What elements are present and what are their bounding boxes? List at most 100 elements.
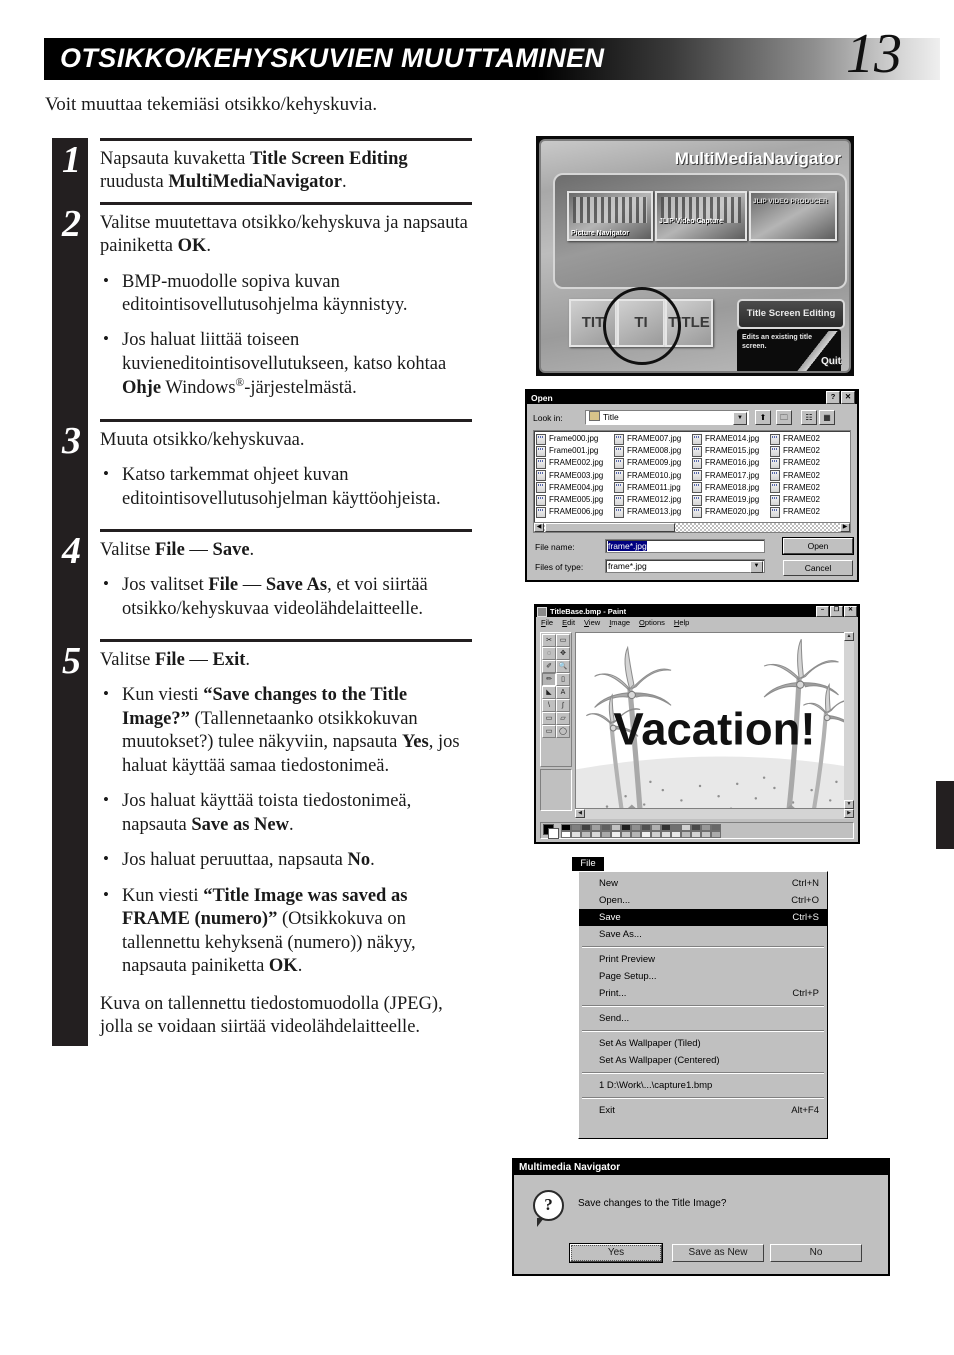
palette-swatch-9[interactable] bbox=[641, 823, 651, 831]
new-folder-icon[interactable]: 🗀 bbox=[776, 410, 792, 425]
no-button[interactable]: No bbox=[770, 1244, 862, 1262]
up-one-level-icon[interactable]: ⬆ bbox=[755, 410, 771, 425]
palette-swatch-11[interactable] bbox=[661, 823, 671, 831]
file-list[interactable]: Frame000.jpg Frame001.jpg FRAME002.jpg FRAM… bbox=[533, 430, 851, 526]
paint-tool-1[interactable]: ✂ bbox=[542, 634, 556, 647]
palette-swatch-29[interactable] bbox=[681, 830, 691, 838]
palette-swatch-2[interactable] bbox=[571, 823, 581, 831]
paint-menu-file[interactable]: File bbox=[541, 618, 553, 627]
palette-swatch-4[interactable] bbox=[591, 823, 601, 831]
file-item[interactable]: FRAME02 bbox=[770, 445, 848, 457]
paint-tool-11[interactable]: \ bbox=[542, 699, 556, 712]
jlip-video-capture-button[interactable]: JLIP Video Capture bbox=[655, 191, 747, 241]
palette-swatch-27[interactable] bbox=[661, 830, 671, 838]
palette-swatch-28[interactable] bbox=[671, 830, 681, 838]
picture-navigator-button[interactable]: Picture Navigator bbox=[567, 191, 653, 241]
palette-swatch-3[interactable] bbox=[581, 823, 591, 831]
file-menu-item-set-as-wallpaper-tiled[interactable]: Set As Wallpaper (Tiled) bbox=[579, 1035, 827, 1052]
palette-swatch-14[interactable] bbox=[691, 823, 701, 831]
paint-tool-15[interactable]: ▭ bbox=[542, 725, 556, 738]
cancel-button[interactable]: Cancel bbox=[783, 560, 853, 576]
palette-swatch-25[interactable] bbox=[641, 830, 651, 838]
list-view-icon[interactable]: ☷ bbox=[801, 410, 817, 425]
file-item[interactable]: FRAME018.jpg bbox=[692, 482, 770, 494]
file-menu-item-1-d-work-capture1-bmp[interactable]: 1 D:\Work\...\capture1.bmp bbox=[579, 1077, 827, 1094]
palette-swatch-6[interactable] bbox=[611, 823, 621, 831]
paint-tool-9[interactable]: ◣ bbox=[542, 686, 556, 699]
paint-tool-10[interactable]: A bbox=[556, 686, 570, 699]
close-icon[interactable]: ✕ bbox=[841, 391, 855, 404]
scroll-left-icon[interactable]: ◀ bbox=[534, 523, 544, 532]
file-item[interactable]: FRAME02 bbox=[770, 433, 848, 445]
paint-menu-options[interactable]: Options bbox=[639, 618, 665, 627]
file-item[interactable]: FRAME02 bbox=[770, 457, 848, 469]
help-button[interactable]: ? bbox=[826, 391, 840, 404]
file-menu-item-new[interactable]: New Ctrl+N bbox=[579, 875, 827, 892]
paint-tool-16[interactable]: ◯ bbox=[556, 725, 570, 738]
file-item[interactable]: FRAME015.jpg bbox=[692, 445, 770, 457]
paint-tool-6[interactable]: 🔍 bbox=[556, 660, 570, 673]
file-menu-item-save-as[interactable]: Save As... bbox=[579, 926, 827, 943]
paint-tool-7[interactable]: ✏ bbox=[542, 673, 556, 686]
paint-tool-13[interactable]: ▭ bbox=[542, 712, 556, 725]
file-item[interactable]: FRAME008.jpg bbox=[614, 445, 692, 457]
palette-swatch-31[interactable] bbox=[701, 830, 711, 838]
palette-swatch-17[interactable] bbox=[561, 830, 571, 838]
palette-swatch-19[interactable] bbox=[581, 830, 591, 838]
current-colors-indicator[interactable] bbox=[543, 823, 559, 839]
paint-tool-12[interactable]: ∫ bbox=[556, 699, 570, 712]
close-icon[interactable]: ✕ bbox=[844, 606, 857, 617]
palette-swatches[interactable] bbox=[561, 823, 729, 838]
palette-swatch-21[interactable] bbox=[601, 830, 611, 838]
file-item[interactable]: FRAME02 bbox=[770, 494, 848, 506]
scroll-down-icon[interactable]: ▼ bbox=[844, 800, 854, 809]
palette-swatch-15[interactable] bbox=[701, 823, 711, 831]
file-item[interactable]: FRAME02 bbox=[770, 506, 848, 518]
palette-swatch-7[interactable] bbox=[621, 823, 631, 831]
yes-button[interactable]: Yes bbox=[570, 1244, 662, 1262]
file-menu-button[interactable]: File bbox=[572, 857, 604, 871]
file-menu-item-set-as-wallpaper-centered[interactable]: Set As Wallpaper (Centered) bbox=[579, 1052, 827, 1069]
background-color-swatch[interactable] bbox=[548, 827, 559, 839]
file-item[interactable]: FRAME02 bbox=[770, 482, 848, 494]
maximize-icon[interactable]: ❐ bbox=[830, 606, 843, 617]
file-item[interactable]: Frame000.jpg bbox=[536, 433, 614, 445]
palette-swatch-5[interactable] bbox=[601, 823, 611, 831]
file-item[interactable]: Frame001.jpg bbox=[536, 445, 614, 457]
file-item[interactable]: FRAME010.jpg bbox=[614, 470, 692, 482]
palette-swatch-23[interactable] bbox=[621, 830, 631, 838]
scroll-thumb[interactable] bbox=[545, 523, 675, 532]
palette-swatch-20[interactable] bbox=[591, 830, 601, 838]
file-list-hscrollbar[interactable]: ◀ ▶ bbox=[533, 522, 851, 533]
palette-swatch-12[interactable] bbox=[671, 823, 681, 831]
palette-swatch-10[interactable] bbox=[651, 823, 661, 831]
palette-swatch-30[interactable] bbox=[691, 830, 701, 838]
quit-button[interactable]: Quit bbox=[821, 356, 841, 367]
palette-swatch-24[interactable] bbox=[631, 830, 641, 838]
palette-swatch-22[interactable] bbox=[611, 830, 621, 838]
chevron-down-icon[interactable]: ▼ bbox=[750, 561, 763, 573]
file-menu-item-open[interactable]: Open... Ctrl+O bbox=[579, 892, 827, 909]
file-menu-item-page-setup[interactable]: Page Setup... bbox=[579, 968, 827, 985]
paint-tool-5[interactable]: ✐ bbox=[542, 660, 556, 673]
paint-tool-14[interactable]: ▱ bbox=[556, 712, 570, 725]
file-item[interactable]: FRAME013.jpg bbox=[614, 506, 692, 518]
open-button[interactable]: Open bbox=[783, 538, 853, 554]
palette-swatch-32[interactable] bbox=[711, 830, 721, 838]
files-of-type-select[interactable]: frame*.jpg ▼ bbox=[605, 559, 765, 573]
paint-menu-edit[interactable]: Edit bbox=[562, 618, 575, 627]
minimize-icon[interactable]: – bbox=[816, 606, 829, 617]
palette-swatch-1[interactable] bbox=[561, 823, 571, 831]
scroll-right-icon[interactable]: ▶ bbox=[840, 523, 850, 532]
scroll-up-icon[interactable]: ▲ bbox=[844, 632, 854, 641]
paint-tool-2[interactable]: ▭ bbox=[556, 634, 570, 647]
title-screen-editing-button[interactable]: Title Screen Editing bbox=[737, 299, 845, 329]
file-item[interactable]: FRAME017.jpg bbox=[692, 470, 770, 482]
paint-menu-image[interactable]: Image bbox=[609, 618, 630, 627]
chevron-down-icon[interactable]: ▼ bbox=[733, 412, 747, 425]
file-item[interactable]: FRAME02 bbox=[770, 470, 848, 482]
file-menu-item-exit[interactable]: Exit Alt+F4 bbox=[579, 1102, 827, 1119]
jlip-video-producer-button[interactable]: JLIP VIDEO PRODUCER bbox=[749, 191, 837, 241]
paint-tool-4[interactable]: ✥ bbox=[556, 647, 570, 660]
paint-canvas[interactable]: Vacation! bbox=[575, 632, 854, 809]
